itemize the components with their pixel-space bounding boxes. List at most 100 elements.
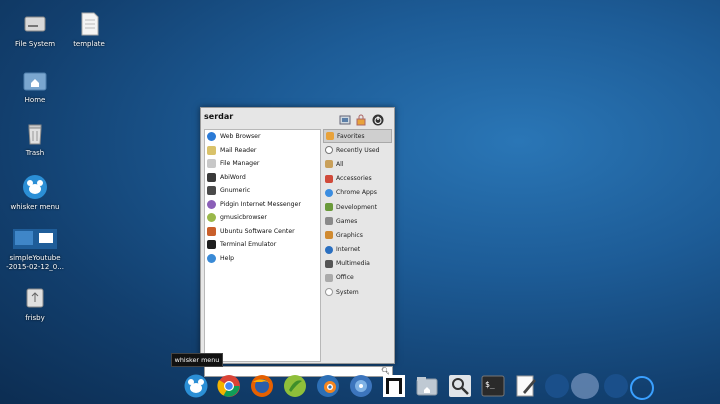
abiword-icon	[207, 172, 216, 182]
desktop-icon-label: frisby	[25, 314, 45, 322]
category-graphics[interactable]: Graphics	[323, 228, 392, 242]
drive-icon	[22, 11, 48, 37]
terminal-icon: $_	[481, 375, 505, 397]
fav-abiword[interactable]: AbiWord	[205, 171, 320, 185]
favorites-list: Web Browser Mail Reader File Manager Abi…	[204, 129, 321, 362]
magnifier-icon	[449, 375, 471, 397]
fav-gmusicbrowser[interactable]: gmusicbrowser	[205, 211, 320, 225]
desktop-icon-label: simpleYoutube -2015-02-12_0...	[6, 254, 64, 271]
window-icon	[383, 375, 405, 397]
music-icon	[207, 213, 216, 223]
desktop-icon-whisker-menu[interactable]: whisker menu	[3, 174, 67, 212]
category-games[interactable]: Games	[323, 214, 392, 228]
power-icon	[372, 114, 384, 126]
workspace-2[interactable]	[571, 373, 599, 399]
video-thumbnail-icon	[13, 227, 57, 251]
category-chrome-apps[interactable]: Chrome Apps	[323, 186, 392, 200]
gnumeric-icon	[207, 186, 216, 196]
fav-web-browser[interactable]: Web Browser	[205, 130, 320, 144]
workspace-1[interactable]	[545, 374, 569, 398]
desktop-icon-home[interactable]: Home	[3, 67, 67, 105]
chrome-icon	[217, 375, 240, 397]
logout-button[interactable]	[372, 111, 384, 126]
accessories-icon	[325, 174, 333, 183]
star-icon	[326, 132, 334, 141]
document-icon	[76, 11, 102, 37]
fav-help[interactable]: Help	[205, 252, 320, 266]
file-manager-icon	[207, 159, 216, 169]
help-icon	[207, 253, 216, 263]
search-launcher[interactable]	[448, 374, 472, 398]
window-launcher[interactable]	[382, 374, 406, 398]
clock-icon	[325, 146, 333, 155]
lock-screen-button[interactable]	[355, 111, 367, 126]
fav-mail-reader[interactable]: Mail Reader	[205, 144, 320, 158]
whisker-menu-window: serdar Web Browser Mail Reader File Mana…	[200, 107, 395, 377]
category-office[interactable]: Office	[323, 271, 392, 285]
mail-icon	[207, 145, 216, 155]
fav-pidgin[interactable]: Pidgin Internet Messenger	[205, 198, 320, 212]
home-folder-icon	[22, 67, 48, 93]
settings-icon	[339, 115, 351, 125]
desktop-icon-trash[interactable]: Trash	[3, 120, 67, 158]
desktop-icon-label: Trash	[25, 149, 45, 157]
multimedia-launcher[interactable]	[349, 374, 373, 398]
lock-icon	[356, 114, 366, 126]
desktop-icon-label: Home	[24, 96, 46, 104]
software-center-icon	[207, 226, 216, 236]
usb-drive-icon	[22, 285, 48, 311]
stacer-launcher[interactable]	[283, 374, 307, 398]
tooltip: whisker menu	[171, 353, 223, 367]
desktop-icon-frisby[interactable]: frisby	[3, 285, 67, 323]
desktop-icon-template[interactable]: template	[57, 11, 121, 49]
pidgin-icon	[207, 199, 216, 209]
whisker-mouse-icon	[22, 174, 48, 200]
category-development[interactable]: Development	[323, 200, 392, 214]
web-browser-icon	[207, 132, 216, 142]
text-editor-launcher[interactable]	[514, 374, 538, 398]
globe-icon	[325, 245, 333, 254]
workspace-4[interactable]	[630, 376, 654, 400]
fav-ubuntu-software-center[interactable]: Ubuntu Software Center	[205, 225, 320, 239]
category-list: Favorites Recently Used All Accessories …	[323, 129, 392, 299]
fav-gnumeric[interactable]: Gnumeric	[205, 184, 320, 198]
development-icon	[325, 203, 333, 212]
category-internet[interactable]: Internet	[323, 243, 392, 257]
multimedia-icon	[325, 259, 333, 268]
firefox-icon	[251, 375, 273, 397]
category-accessories[interactable]: Accessories	[323, 172, 392, 186]
terminal-icon	[207, 240, 216, 250]
category-recently-used[interactable]: Recently Used	[323, 143, 392, 157]
category-favorites[interactable]: Favorites	[323, 129, 392, 144]
fav-terminal-emulator[interactable]: Terminal Emulator	[205, 238, 320, 252]
category-multimedia[interactable]: Multimedia	[323, 257, 392, 271]
settings-button[interactable]	[339, 111, 351, 125]
whisker-mouse-icon	[184, 374, 208, 398]
home-folder-launcher[interactable]	[415, 374, 439, 398]
workspace-3[interactable]	[604, 374, 628, 398]
editor-icon	[516, 375, 536, 397]
category-system[interactable]: System	[323, 285, 392, 299]
desktop-icon-label: whisker menu	[10, 203, 60, 211]
graphics-icon	[325, 231, 333, 240]
username-label: serdar	[204, 112, 234, 121]
fav-file-manager[interactable]: File Manager	[205, 157, 320, 171]
svg-text:$_: $_	[485, 380, 495, 389]
desktop-icon-video[interactable]: simpleYoutube -2015-02-12_0...	[3, 227, 67, 272]
chrome-icon	[325, 188, 333, 197]
blender-launcher[interactable]	[316, 374, 340, 398]
media-player-icon	[350, 375, 372, 397]
folder-icon	[416, 377, 438, 396]
terminal-launcher[interactable]: $_	[481, 374, 505, 398]
chrome-launcher[interactable]	[217, 374, 241, 398]
system-gear-icon	[325, 288, 333, 297]
office-icon	[325, 273, 333, 282]
firefox-launcher[interactable]	[250, 374, 274, 398]
leaf-icon	[284, 375, 306, 397]
all-apps-icon	[325, 160, 333, 169]
trash-icon	[22, 120, 48, 146]
blender-icon	[317, 375, 339, 397]
category-all[interactable]: All	[323, 157, 392, 171]
desktop-icon-label: template	[73, 40, 105, 48]
whisker-menu-panel-button[interactable]	[184, 374, 208, 398]
